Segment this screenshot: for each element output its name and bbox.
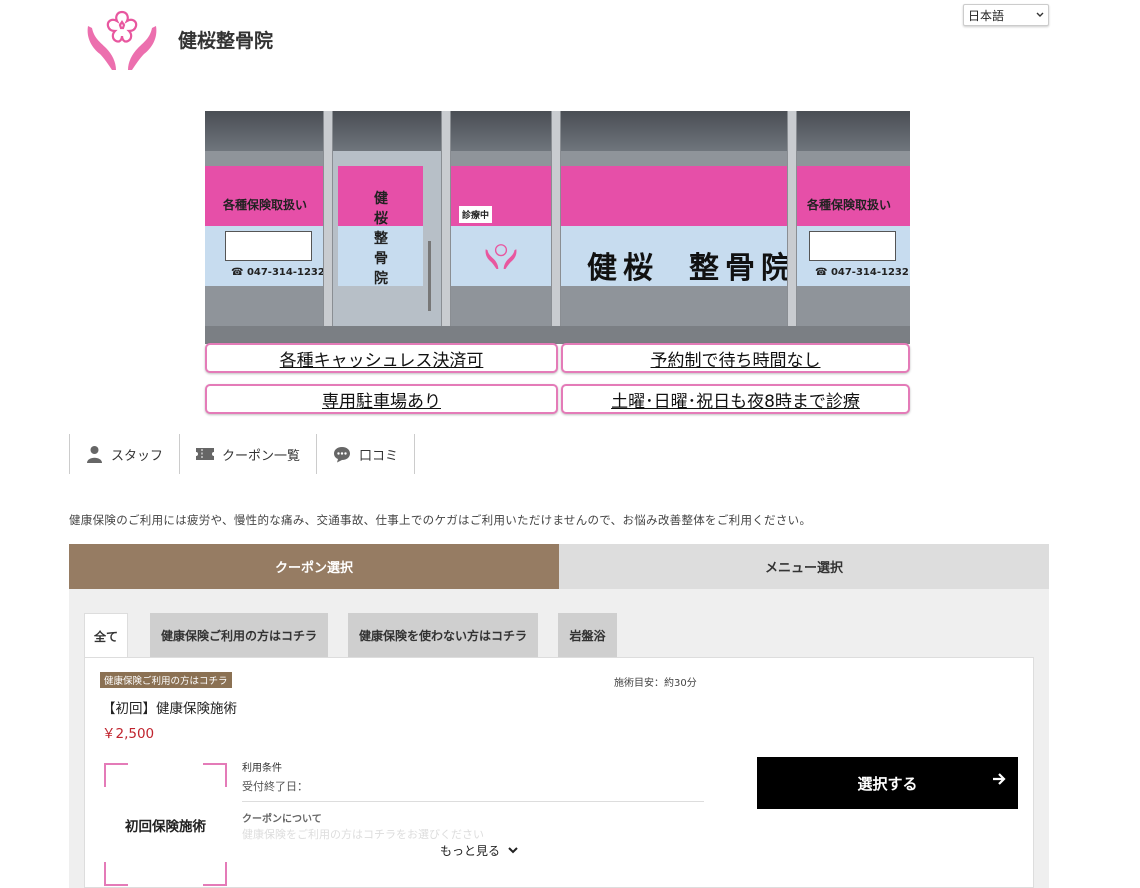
select-coupon-label: 選択する <box>857 774 918 793</box>
hero-schedule-left <box>225 231 312 261</box>
show-more-label: もっと見る <box>440 844 501 858</box>
coupon-category-badge: 健康保険ご利用の方はコチラ <box>100 672 232 688</box>
hero-window-middle: 診療中 <box>451 151 551 344</box>
speech-bubble-icon <box>334 446 351 462</box>
hero-window-left: 各種保険取扱い ☎ 047-314-1232 <box>205 151 325 344</box>
hands-blossom-icon <box>87 10 157 70</box>
arrow-right-icon <box>993 773 1006 785</box>
coupon-thumbnail-label: 初回保険施術 <box>125 819 206 835</box>
clinic-name[interactable]: 健桜整骨院 <box>178 26 273 53</box>
nav-coupons-label: クーポン一覧 <box>222 448 301 464</box>
hero-sign-left: 各種保険取扱い <box>223 198 308 212</box>
ticket-icon <box>196 448 215 460</box>
subtab-without-insurance[interactable]: 健康保険を使わない方はコチラ <box>348 613 538 658</box>
select-coupon-button[interactable]: 選択する <box>757 757 1018 809</box>
tab-menu-select[interactable]: メニュー選択 <box>559 544 1049 589</box>
hero-sign-right: 各種保険取扱い <box>807 198 892 212</box>
hero-window-right: 各種保険取扱い ☎ 047-314-1232 <box>797 151 910 344</box>
chevron-down-icon <box>508 847 518 854</box>
hero-door-name: 健桜整骨院 <box>374 191 388 287</box>
hero-name-left: 健桜 <box>587 251 659 286</box>
person-icon <box>87 446 102 463</box>
nav-reviews[interactable]: 口コミ <box>316 434 416 474</box>
hero-phone-right: ☎ 047-314-1232 <box>815 267 909 278</box>
insurance-notice: 健康保険のご利用には疲労や、慢性的な痛み、交通事故、仕事上でのケガはご利用いただ… <box>69 513 812 527</box>
hero-logo-icon <box>485 244 517 270</box>
feature-weekend-hours: 土曜･日曜･祝日も夜8時まで診療 <box>561 384 910 414</box>
coupon-duration: 施術目安：約30分 <box>614 678 697 689</box>
hero-door: 健桜整骨院 <box>333 151 441 344</box>
coupon-price: ￥2,500 <box>102 726 155 742</box>
subtab-with-insurance[interactable]: 健康保険ご利用の方はコチラ <box>150 613 328 658</box>
feature-cashless: 各種キャッシュレス決済可 <box>205 343 558 373</box>
conditions-label: 利用条件 <box>242 763 282 774</box>
show-more-button[interactable]: もっと見る <box>440 842 518 859</box>
subtab-bedrock-bath[interactable]: 岩盤浴 <box>558 613 617 658</box>
nav-staff-label: スタッフ <box>111 448 164 464</box>
feature-parking: 専用駐車場あり <box>205 384 558 414</box>
coupon-title: 【初回】健康保険施術 <box>102 701 237 717</box>
salon-nav: スタッフ クーポン一覧 口コミ <box>69 434 416 474</box>
hero-storefront-image: 各種保険取扱い ☎ 047-314-1232 健桜整骨院 診療中 健桜 整骨院 <box>205 111 910 344</box>
hero-phone-left: ☎ 047-314-1232 <box>231 267 325 278</box>
language-select[interactable]: 日本語 <box>963 4 1049 26</box>
nav-staff[interactable]: スタッフ <box>69 434 179 474</box>
about-coupon-label: クーポンについて <box>242 814 322 825</box>
hero-door-sign: 診療中 <box>459 206 493 223</box>
subtab-all[interactable]: 全て <box>84 613 128 658</box>
chevron-down-icon <box>1036 12 1044 17</box>
nav-reviews-label: 口コミ <box>359 448 399 464</box>
hero-name-right: 整骨院 <box>689 251 797 286</box>
nav-coupons[interactable]: クーポン一覧 <box>179 434 316 474</box>
about-coupon-text: 健康保険をご利用の方はコチラをお選びください <box>242 828 484 841</box>
divider <box>242 801 704 802</box>
deadline-text: 受付終了日： <box>242 780 308 793</box>
clinic-logo[interactable] <box>82 8 162 74</box>
coupon-thumbnail: 初回保険施術 <box>104 763 227 886</box>
hero-schedule-right <box>809 231 896 261</box>
language-value: 日本語 <box>968 8 1005 23</box>
hero-window-name: 健桜 整骨院 <box>561 151 791 344</box>
feature-no-wait: 予約制で待ち時間なし <box>561 343 910 373</box>
tab-coupon-select[interactable]: クーポン選択 <box>69 544 559 599</box>
main-tabs: クーポン選択 メニュー選択 <box>69 544 1049 599</box>
